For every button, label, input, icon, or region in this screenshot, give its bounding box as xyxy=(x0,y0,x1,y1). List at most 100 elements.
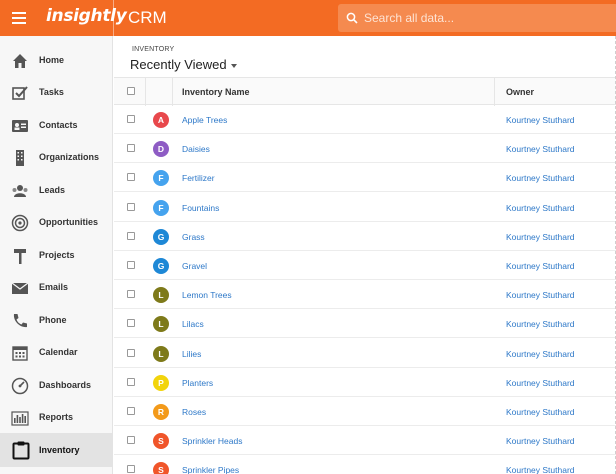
table-row[interactable]: L Lemon Trees Kourtney Stuthard xyxy=(114,280,616,310)
inventory-name-link[interactable]: Sprinkler Heads xyxy=(182,436,242,446)
owner-link[interactable]: Kourtney Stuthard xyxy=(506,173,575,183)
inventory-name-link[interactable]: Gravel xyxy=(182,261,207,271)
search-input[interactable] xyxy=(364,8,609,28)
item-avatar: S xyxy=(153,462,169,474)
sidebar-item-label: Phone xyxy=(39,315,67,325)
sidebar-item-dashboards[interactable]: Dashboards xyxy=(0,371,112,401)
sidebar-item-leads[interactable]: Leads xyxy=(0,176,112,206)
home-icon xyxy=(13,54,27,68)
inventory-name-link[interactable]: Roses xyxy=(182,407,206,417)
owner-link[interactable]: Kourtney Stuthard xyxy=(506,465,575,474)
row-checkbox[interactable] xyxy=(127,115,135,123)
column-separator xyxy=(494,78,495,106)
row-checkbox[interactable] xyxy=(127,436,135,445)
inventory-name-link[interactable]: Daisies xyxy=(182,144,210,154)
inventory-icon xyxy=(12,441,30,460)
row-checkbox[interactable] xyxy=(127,202,135,211)
table-row[interactable]: R Roses Kourtney Stuthard xyxy=(114,397,616,426)
row-checkbox[interactable] xyxy=(127,173,135,182)
emails-icon xyxy=(11,282,29,294)
sidebar-item-label: Projects xyxy=(39,250,75,260)
main-content: INVENTORY Recently Viewed Inventory Name… xyxy=(114,36,616,474)
organizations-icon xyxy=(16,150,24,166)
row-checkbox[interactable] xyxy=(127,319,135,328)
table-row[interactable]: F Fountains Kourtney Stuthard xyxy=(114,193,616,222)
sidebar-item-label: Opportunities xyxy=(39,217,98,227)
row-checkbox[interactable] xyxy=(127,465,135,474)
table-row[interactable]: F Fertilizer Kourtney Stuthard xyxy=(114,163,616,193)
row-checkbox[interactable] xyxy=(127,348,135,357)
view-title: Recently Viewed xyxy=(130,57,227,72)
inventory-name-link[interactable]: Sprinkler Pipes xyxy=(182,465,239,474)
owner-link[interactable]: Kourtney Stuthard xyxy=(506,144,575,154)
owner-link[interactable]: Kourtney Stuthard xyxy=(506,407,575,417)
inventory-name-link[interactable]: Apple Trees xyxy=(182,115,227,125)
inventory-name-link[interactable]: Lilies xyxy=(182,349,201,359)
sidebar-item-projects[interactable]: Projects xyxy=(0,241,112,271)
sidebar-item-label: Reports xyxy=(39,412,74,422)
row-checkbox[interactable] xyxy=(127,377,135,386)
table-row[interactable]: L Lilies Kourtney Stuthard xyxy=(114,339,616,368)
item-avatar: F xyxy=(153,199,169,216)
sidebar-item-label: Tasks xyxy=(39,87,64,97)
sidebar-item-organizations[interactable]: Organizations xyxy=(0,143,112,173)
column-header-owner[interactable]: Owner xyxy=(506,87,534,97)
opportunities-icon xyxy=(11,214,29,232)
row-checkbox[interactable] xyxy=(127,407,135,415)
sidebar-item-contacts[interactable]: Contacts xyxy=(0,111,112,141)
owner-link[interactable]: Kourtney Stuthard xyxy=(506,261,575,271)
item-avatar: G xyxy=(153,228,169,245)
owner-link[interactable]: Kourtney Stuthard xyxy=(506,232,575,242)
owner-link[interactable]: Kourtney Stuthard xyxy=(506,436,575,446)
table-row[interactable]: A Apple Trees Kourtney Stuthard xyxy=(114,105,616,134)
table-row[interactable]: P Planters Kourtney Stuthard xyxy=(114,368,616,397)
sidebar-item-emails[interactable]: Emails xyxy=(0,273,112,303)
sidebar-item-tasks[interactable]: Tasks xyxy=(0,78,112,108)
owner-link[interactable]: Kourtney Stuthard xyxy=(506,378,575,388)
search-icon xyxy=(346,12,358,24)
owner-link[interactable]: Kourtney Stuthard xyxy=(506,203,575,213)
sidebar-item-label: Inventory xyxy=(39,445,80,455)
item-avatar: G xyxy=(153,258,169,274)
column-header-inventory-name[interactable]: Inventory Name xyxy=(182,87,250,97)
phone-icon xyxy=(13,314,27,328)
row-checkbox[interactable] xyxy=(127,290,135,299)
owner-link[interactable]: Kourtney Stuthard xyxy=(506,290,575,300)
sidebar-item-home[interactable]: Home xyxy=(0,46,112,76)
table-row[interactable]: G Gravel Kourtney Stuthard xyxy=(114,251,616,280)
table-row[interactable]: G Grass Kourtney Stuthard xyxy=(114,222,616,251)
calendar-icon xyxy=(12,346,28,361)
sidebar-item-inventory[interactable]: Inventory xyxy=(0,433,112,467)
search-box[interactable] xyxy=(338,4,616,32)
owner-link[interactable]: Kourtney Stuthard xyxy=(506,319,575,329)
sidebar-item-opportunities[interactable]: Opportunities xyxy=(0,208,112,238)
inventory-name-link[interactable]: Fertilizer xyxy=(182,173,215,183)
sidebar-item-phone[interactable]: Phone xyxy=(0,306,112,336)
view-selector[interactable]: Recently Viewed xyxy=(130,57,237,72)
row-checkbox[interactable] xyxy=(127,144,135,153)
header-divider xyxy=(113,0,114,36)
inventory-name-link[interactable]: Planters xyxy=(182,378,213,388)
inventory-name-link[interactable]: Lemon Trees xyxy=(182,290,232,300)
table-row[interactable]: S Sprinkler Heads Kourtney Stuthard xyxy=(114,426,616,456)
sidebar-item-label: Home xyxy=(39,55,65,65)
sidebar-item-reports[interactable]: Reports xyxy=(0,403,112,433)
table-row[interactable]: D Daisies Kourtney Stuthard xyxy=(114,134,616,164)
section-label: INVENTORY xyxy=(132,46,175,53)
sidebar-item-label: Calendar xyxy=(39,347,78,357)
item-avatar: D xyxy=(153,141,169,158)
owner-link[interactable]: Kourtney Stuthard xyxy=(506,115,575,125)
row-checkbox[interactable] xyxy=(127,231,135,240)
table-row[interactable]: L Lilacs Kourtney Stuthard xyxy=(114,309,616,339)
inventory-name-link[interactable]: Fountains xyxy=(182,203,219,213)
insightly-logo[interactable]: insightly xyxy=(46,6,127,26)
leads-icon xyxy=(12,185,28,197)
inventory-name-link[interactable]: Lilacs xyxy=(182,319,204,329)
owner-link[interactable]: Kourtney Stuthard xyxy=(506,349,575,359)
hamburger-menu-icon[interactable] xyxy=(12,12,26,24)
inventory-name-link[interactable]: Grass xyxy=(182,232,205,242)
table-row[interactable]: S Sprinkler Pipes Kourtney Stuthard xyxy=(114,455,616,474)
select-all-checkbox[interactable] xyxy=(127,87,135,95)
sidebar-item-calendar[interactable]: Calendar xyxy=(0,338,112,368)
row-checkbox[interactable] xyxy=(127,261,135,269)
